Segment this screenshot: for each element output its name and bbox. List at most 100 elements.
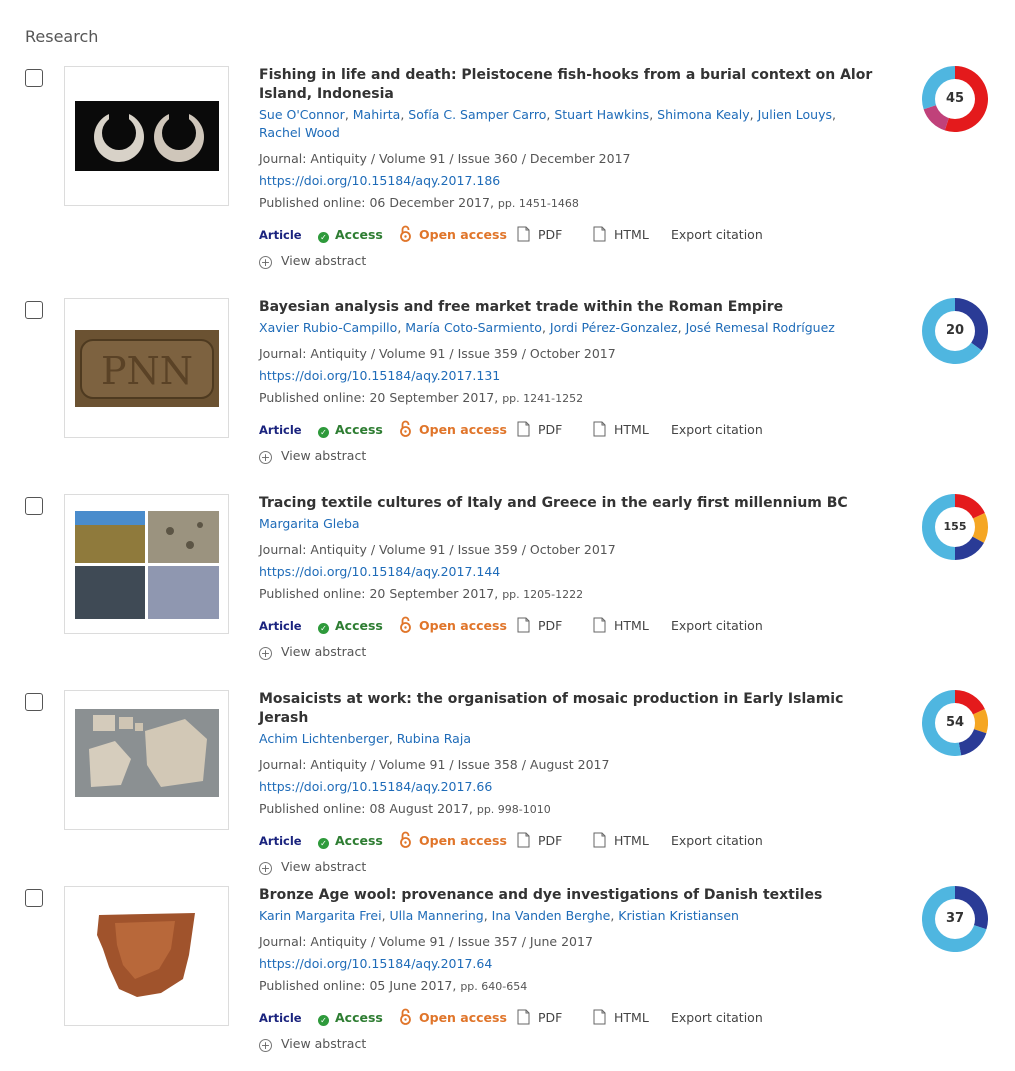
thumbnail-image xyxy=(75,909,219,1005)
author-link[interactable]: Shimona Kealy xyxy=(657,107,750,122)
author-link[interactable]: Stuart Hawkins xyxy=(554,107,649,122)
page-range: pp. 1205-1222 xyxy=(502,588,584,601)
open-access-link[interactable]: Open access xyxy=(399,1008,507,1028)
select-checkbox[interactable] xyxy=(25,889,43,907)
article-thumbnail[interactable] xyxy=(64,66,229,206)
page-range: pp. 640-654 xyxy=(460,980,528,993)
html-icon xyxy=(593,226,606,242)
article-details: Fishing in life and death: Pleistocene f… xyxy=(259,66,879,271)
article-thumbnail[interactable] xyxy=(64,886,229,1026)
html-link[interactable]: HTML xyxy=(593,831,649,851)
view-abstract-toggle[interactable]: + View abstract xyxy=(259,642,879,662)
open-access-link[interactable]: Open access xyxy=(399,831,507,851)
export-citation-link[interactable]: Export citation xyxy=(671,420,763,440)
author-link[interactable]: Jordi Pérez-Gonzalez xyxy=(550,320,678,335)
author-link[interactable]: Julien Louys xyxy=(758,107,832,122)
select-checkbox[interactable] xyxy=(25,69,43,87)
export-citation-link[interactable]: Export citation xyxy=(671,1008,763,1028)
altmetric-badge[interactable]: 155 xyxy=(922,494,988,560)
view-abstract-label: View abstract xyxy=(281,1036,367,1051)
access-badge: ✓ Access xyxy=(318,831,383,851)
article-details: Mosaicists at work: the organisation of … xyxy=(259,690,879,877)
author-link[interactable]: Ina Vanden Berghe xyxy=(492,908,611,923)
pdf-icon xyxy=(517,1009,530,1025)
author-link[interactable]: Rachel Wood xyxy=(259,125,340,140)
html-link[interactable]: HTML xyxy=(593,420,649,440)
view-abstract-toggle[interactable]: + View abstract xyxy=(259,857,879,877)
published-date: Published online: 06 December 2017, xyxy=(259,195,494,210)
export-citation-link[interactable]: Export citation xyxy=(671,225,763,245)
author-link[interactable]: Mahirta xyxy=(353,107,401,122)
doi-link[interactable]: https://doi.org/10.15184/aqy.2017.64 xyxy=(259,956,492,971)
open-access-link[interactable]: Open access xyxy=(399,225,507,245)
check-icon: ✓ xyxy=(318,232,329,243)
article-title[interactable]: Mosaicists at work: the organisation of … xyxy=(259,690,879,728)
export-citation-link[interactable]: Export citation xyxy=(671,616,763,636)
article-thumbnail[interactable]: PNN xyxy=(64,298,229,438)
author-link[interactable]: Sofía C. Samper Carro xyxy=(408,107,546,122)
export-citation-link[interactable]: Export citation xyxy=(671,831,763,851)
html-label: HTML xyxy=(614,227,649,242)
view-abstract-toggle[interactable]: + View abstract xyxy=(259,1034,879,1054)
access-label: Access xyxy=(335,618,383,633)
author-link[interactable]: Achim Lichtenberger xyxy=(259,731,389,746)
author-link[interactable]: Karin Margarita Frei xyxy=(259,908,382,923)
article-type-label: Article xyxy=(259,619,302,633)
published-info: Published online: 20 September 2017, pp.… xyxy=(259,585,879,604)
altmetric-score: 54 xyxy=(935,703,975,743)
pdf-link[interactable]: PDF xyxy=(517,831,562,851)
select-checkbox[interactable] xyxy=(25,693,43,711)
article-title[interactable]: Bronze Age wool: provenance and dye inve… xyxy=(259,886,879,905)
open-access-link[interactable]: Open access xyxy=(399,616,507,636)
plus-circle-icon: + xyxy=(259,862,272,875)
pdf-link[interactable]: PDF xyxy=(517,1008,562,1028)
open-access-link[interactable]: Open access xyxy=(399,420,507,440)
html-link[interactable]: HTML xyxy=(593,225,649,245)
published-date: Published online: 20 September 2017, xyxy=(259,586,499,601)
view-abstract-toggle[interactable]: + View abstract xyxy=(259,251,879,271)
author-link[interactable]: Rubina Raja xyxy=(397,731,471,746)
article-actions: Article ✓ Access Open access PDF HTML Export c… xyxy=(259,420,879,440)
article-title[interactable]: Bayesian analysis and free market trade … xyxy=(259,298,879,317)
author-link[interactable]: Kristian Kristiansen xyxy=(618,908,739,923)
open-lock-icon xyxy=(400,420,411,437)
html-icon xyxy=(593,832,606,848)
altmetric-badge[interactable]: 54 xyxy=(922,690,988,756)
pdf-link[interactable]: PDF xyxy=(517,616,562,636)
author-link[interactable]: Margarita Gleba xyxy=(259,516,360,531)
published-date: Published online: 08 August 2017, xyxy=(259,801,473,816)
altmetric-badge[interactable]: 37 xyxy=(922,886,988,952)
author-separator: , xyxy=(677,320,686,335)
altmetric-badge[interactable]: 45 xyxy=(922,66,988,132)
pdf-link[interactable]: PDF xyxy=(517,420,562,440)
select-checkbox[interactable] xyxy=(25,497,43,515)
pdf-icon xyxy=(517,421,530,437)
altmetric-badge[interactable]: 20 xyxy=(922,298,988,364)
article-title[interactable]: Tracing textile cultures of Italy and Gr… xyxy=(259,494,879,513)
author-link[interactable]: Xavier Rubio-Campillo xyxy=(259,320,397,335)
article-thumbnail[interactable] xyxy=(64,494,229,634)
doi-link[interactable]: https://doi.org/10.15184/aqy.2017.66 xyxy=(259,779,492,794)
article-title[interactable]: Fishing in life and death: Pleistocene f… xyxy=(259,66,879,104)
view-abstract-toggle[interactable]: + View abstract xyxy=(259,446,879,466)
select-checkbox[interactable] xyxy=(25,301,43,319)
author-list: Karin Margarita Frei, Ulla Mannering, In… xyxy=(259,907,879,925)
article-details: Bronze Age wool: provenance and dye inve… xyxy=(259,886,879,1054)
author-link[interactable]: José Remesal Rodríguez xyxy=(686,320,835,335)
pdf-label: PDF xyxy=(538,422,563,437)
article-item: Bronze Age wool: provenance and dye inve… xyxy=(0,886,1015,1071)
author-link[interactable]: María Coto-Sarmiento xyxy=(405,320,542,335)
html-link[interactable]: HTML xyxy=(593,1008,649,1028)
doi-link[interactable]: https://doi.org/10.15184/aqy.2017.186 xyxy=(259,173,500,188)
pdf-label: PDF xyxy=(538,833,563,848)
article-thumbnail[interactable] xyxy=(64,690,229,830)
author-link[interactable]: Ulla Mannering xyxy=(390,908,484,923)
access-label: Access xyxy=(335,422,383,437)
doi-link[interactable]: https://doi.org/10.15184/aqy.2017.144 xyxy=(259,564,500,579)
html-link[interactable]: HTML xyxy=(593,616,649,636)
pdf-link[interactable]: PDF xyxy=(517,225,562,245)
doi-link[interactable]: https://doi.org/10.15184/aqy.2017.131 xyxy=(259,368,500,383)
access-badge: ✓ Access xyxy=(318,616,383,636)
author-link[interactable]: Sue O'Connor xyxy=(259,107,345,122)
article-item: PNN Bayesian analysis and free market tra… xyxy=(0,298,1015,494)
